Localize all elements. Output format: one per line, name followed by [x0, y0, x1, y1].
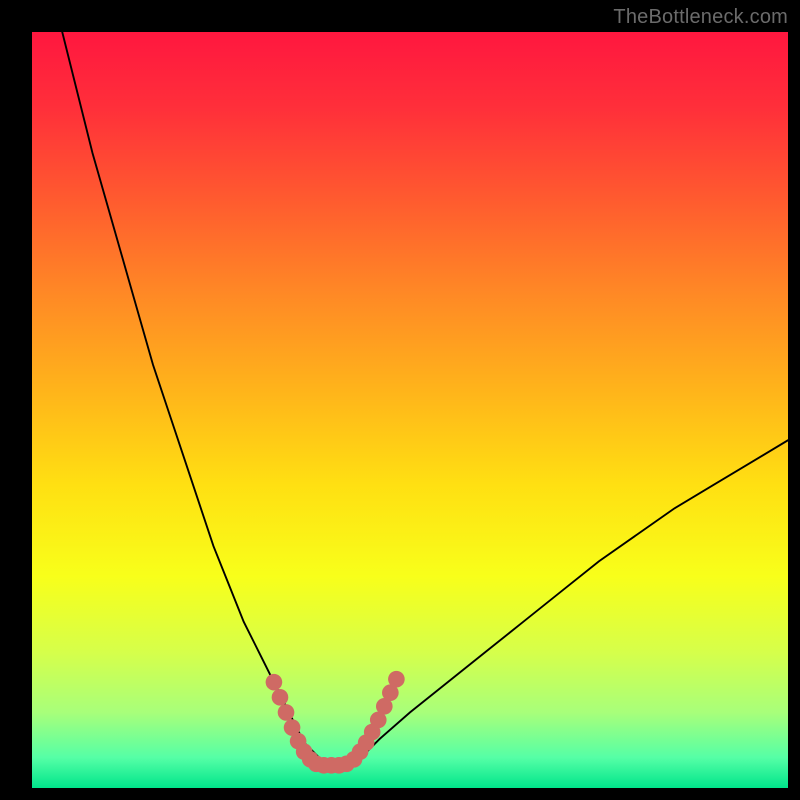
watermark-text: TheBottleneck.com [613, 6, 788, 29]
trough-marker [278, 704, 295, 721]
trough-marker [388, 671, 405, 688]
chart-frame: TheBottleneck.com [0, 0, 800, 800]
trough-marker [266, 674, 283, 691]
trough-markers [266, 671, 405, 774]
trough-marker [272, 689, 289, 706]
plot-area [32, 32, 788, 788]
bottleneck-curve [62, 32, 788, 765]
curve-layer [32, 32, 788, 788]
